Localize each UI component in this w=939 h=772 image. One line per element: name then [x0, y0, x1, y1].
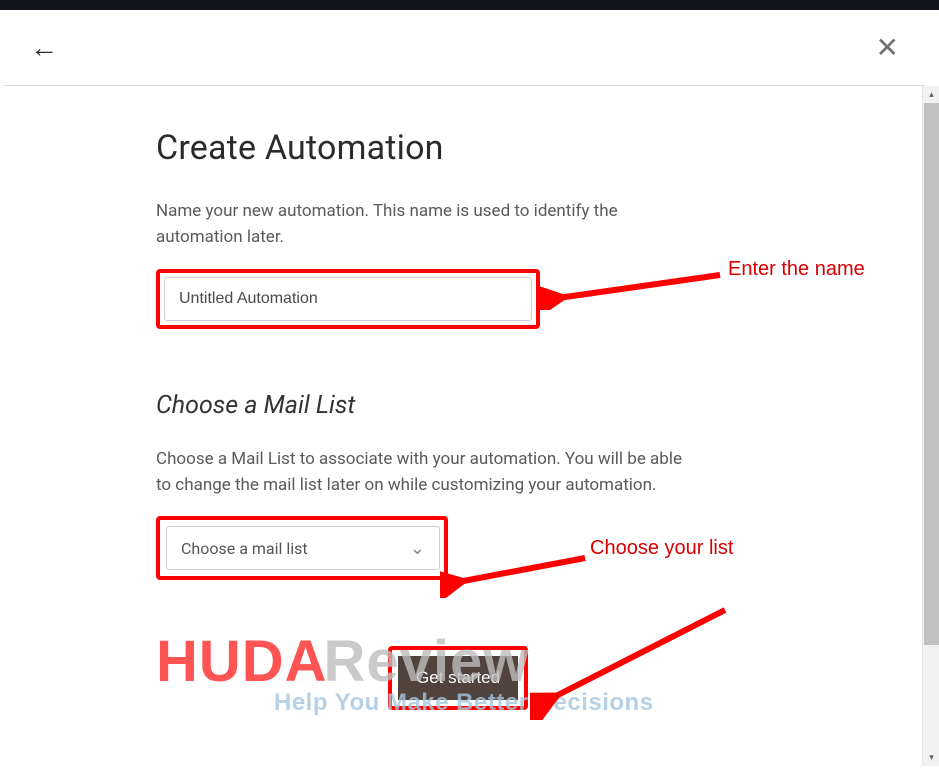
name-input-highlight-box: [156, 269, 540, 329]
vertical-scrollbar[interactable]: ▴ ▾: [922, 86, 939, 766]
chevron-down-icon: ⌄: [410, 538, 425, 559]
page-title: Create Automation: [156, 128, 704, 168]
scroll-thumb[interactable]: [924, 103, 939, 645]
back-icon[interactable]: ←: [30, 34, 58, 62]
modal-header: ← ✕: [4, 10, 925, 86]
background-nav-strip: [0, 0, 939, 10]
mail-list-title: Choose a Mail List: [156, 391, 704, 420]
content-area: Create Automation Name your new automati…: [4, 86, 704, 580]
mail-list-select[interactable]: Choose a mail list ⌄: [166, 526, 440, 570]
name-description: Name your new automation. This name is u…: [156, 198, 696, 251]
modal-body: Create Automation Name your new automati…: [4, 86, 925, 766]
get-started-button[interactable]: Get started: [398, 656, 518, 700]
scroll-up-icon[interactable]: ▴: [923, 86, 939, 103]
automation-name-input[interactable]: [164, 277, 532, 321]
cta-highlight-box: Get started: [388, 646, 528, 710]
mail-list-highlight-box: Choose a mail list ⌄: [156, 516, 448, 580]
mail-list-description: Choose a Mail List to associate with you…: [156, 446, 696, 499]
close-icon[interactable]: ✕: [876, 34, 899, 62]
scroll-down-icon[interactable]: ▾: [923, 749, 939, 766]
mail-list-placeholder: Choose a mail list: [181, 539, 308, 558]
